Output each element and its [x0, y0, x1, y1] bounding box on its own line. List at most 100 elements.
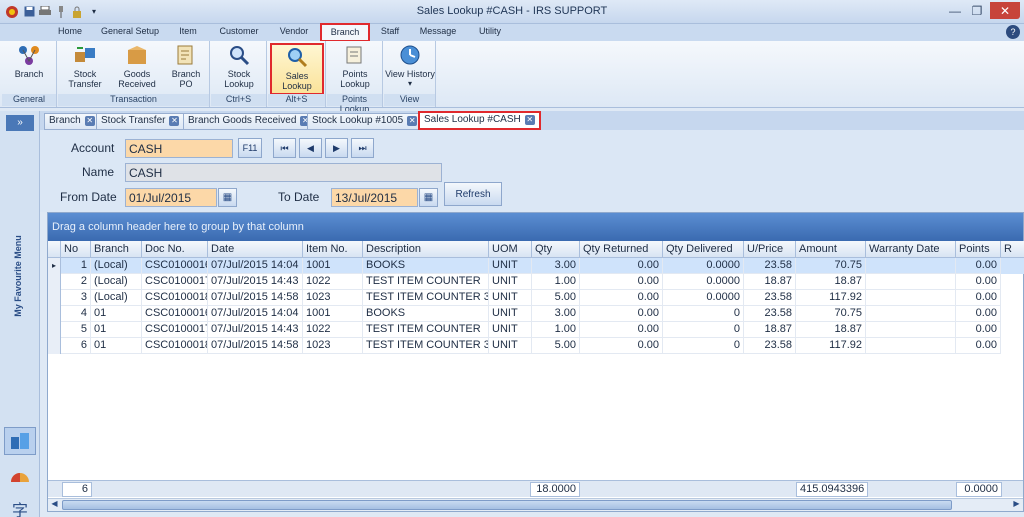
column-header-description[interactable]: Description	[363, 241, 489, 258]
cell-uom[interactable]: UNIT	[489, 274, 532, 290]
cell-qty-delivered[interactable]: 0.0000	[663, 274, 744, 290]
table-row[interactable]: ▸ 1 (Local) CSC0100016 07/Jul/2015 14:04 1001…	[48, 258, 1024, 274]
cell-amount[interactable]: 117.92	[796, 290, 866, 306]
cell-points[interactable]: 0.00	[956, 274, 1001, 290]
cell-branch[interactable]: (Local)	[91, 258, 142, 274]
cell-item-no[interactable]: 1001	[303, 306, 363, 322]
cell-description[interactable]: BOOKS	[363, 306, 489, 322]
tab-utility[interactable]: Utility	[472, 26, 508, 41]
cell-points[interactable]: 0.00	[956, 322, 1001, 338]
cell-no[interactable]: 4	[61, 306, 91, 322]
cell-warranty-date[interactable]	[866, 274, 956, 290]
row-indicator[interactable]	[48, 274, 61, 290]
cell-no[interactable]: 3	[61, 290, 91, 306]
row-indicator[interactable]	[48, 290, 61, 306]
cell-qty[interactable]: 5.00	[532, 338, 580, 354]
tab-item[interactable]: Item	[172, 26, 204, 41]
column-header-u-price[interactable]: U/Price	[744, 241, 796, 258]
row-indicator[interactable]	[48, 322, 61, 338]
cell-u-price[interactable]: 23.58	[744, 306, 796, 322]
tab-vendor[interactable]: Vendor	[274, 26, 314, 41]
from-date-field[interactable]: 01/Jul/2015	[125, 188, 217, 207]
cell-qty-delivered[interactable]: 0	[663, 338, 744, 354]
row-indicator-icon[interactable]: ▸	[48, 258, 61, 274]
doc-tab-stock-lookup[interactable]: Stock Lookup #1005 ✕	[307, 113, 423, 130]
cell-doc-no[interactable]: CSC0100018	[142, 338, 208, 354]
cell-warranty-date[interactable]	[866, 258, 956, 274]
cell-qty-returned[interactable]: 0.00	[580, 258, 663, 274]
cell-date[interactable]: 07/Jul/2015 14:04	[208, 306, 303, 322]
cell-uom[interactable]: UNIT	[489, 322, 532, 338]
cell-warranty-date[interactable]	[866, 290, 956, 306]
cell-branch[interactable]: 01	[91, 322, 142, 338]
close-tab-icon[interactable]: ✕	[84, 116, 95, 126]
scrollbar-thumb[interactable]	[62, 500, 952, 510]
tab-home[interactable]: Home	[52, 26, 88, 41]
branch-button[interactable]: Branch	[6, 43, 52, 95]
cell-qty-returned[interactable]: 0.00	[580, 306, 663, 322]
help-icon[interactable]: ?	[1006, 25, 1020, 39]
cell-qty[interactable]: 1.00	[532, 274, 580, 290]
cell-uom[interactable]: UNIT	[489, 290, 532, 306]
cell-points[interactable]: 0.00	[956, 338, 1001, 354]
column-header-item-no[interactable]: Item No.	[303, 241, 363, 258]
column-header-doc-no[interactable]: Doc No.	[142, 241, 208, 258]
cell-points[interactable]: 0.00	[956, 258, 1001, 274]
expand-panel-button[interactable]: »	[6, 115, 34, 131]
table-row[interactable]: 5 01 CSC0100017 07/Jul/2015 14:43 1022 TEST I…	[48, 322, 1024, 338]
cell-date[interactable]: 07/Jul/2015 14:04	[208, 258, 303, 274]
tab-customer[interactable]: Customer	[214, 26, 264, 41]
cell-description[interactable]: BOOKS	[363, 258, 489, 274]
cell-amount[interactable]: 70.75	[796, 306, 866, 322]
cell-amount[interactable]: 70.75	[796, 258, 866, 274]
cell-qty[interactable]: 3.00	[532, 258, 580, 274]
cell-branch[interactable]: (Local)	[91, 290, 142, 306]
cell-uom[interactable]: UNIT	[489, 306, 532, 322]
cell-item-no[interactable]: 1023	[303, 290, 363, 306]
cell-u-price[interactable]: 18.87	[744, 322, 796, 338]
column-header-r[interactable]: R	[1001, 241, 1024, 258]
cell-doc-no[interactable]: CSC0100017	[142, 322, 208, 338]
cell-branch[interactable]: 01	[91, 306, 142, 322]
cell-warranty-date[interactable]	[866, 338, 956, 354]
close-tab-icon[interactable]: ✕	[169, 116, 180, 126]
cell-qty-delivered[interactable]: 0.0000	[663, 290, 744, 306]
cell-doc-no[interactable]: CSC0100016	[142, 258, 208, 274]
cell-qty-returned[interactable]: 0.00	[580, 290, 663, 306]
column-header-no[interactable]: No	[61, 241, 91, 258]
sales-lookup-button[interactable]: Sales Lookup	[270, 43, 324, 95]
cell-amount[interactable]: 18.87	[796, 322, 866, 338]
stock-lookup-button[interactable]: Stock Lookup	[213, 43, 265, 95]
to-date-calendar-icon[interactable]: ▦	[419, 188, 438, 207]
scroll-right-icon[interactable]: ▶	[1010, 499, 1023, 511]
cell-u-price[interactable]: 18.87	[744, 274, 796, 290]
cell-amount[interactable]: 117.92	[796, 338, 866, 354]
close-tab-icon[interactable]: ✕	[524, 115, 535, 125]
cell-points[interactable]: 0.00	[956, 306, 1001, 322]
cell-qty[interactable]: 3.00	[532, 306, 580, 322]
table-row[interactable]: 6 01 CSC0100018 07/Jul/2015 14:58 1023 TEST I…	[48, 338, 1024, 354]
cell-branch[interactable]: (Local)	[91, 274, 142, 290]
doc-tab-branch-goods-received[interactable]: Branch Goods Received ✕	[183, 113, 316, 130]
dashboard-icon[interactable]	[4, 461, 36, 489]
cell-item-no[interactable]: 1023	[303, 338, 363, 354]
goods-received-button[interactable]: Goods Received	[114, 43, 160, 95]
doc-tab-stock-transfer[interactable]: Stock Transfer ✕	[96, 113, 185, 130]
cell-description[interactable]: TEST ITEM COUNTER	[363, 322, 489, 338]
from-date-calendar-icon[interactable]: ▦	[218, 188, 237, 207]
cell-no[interactable]: 6	[61, 338, 91, 354]
cell-u-price[interactable]: 23.58	[744, 338, 796, 354]
cell-qty-returned[interactable]: 0.00	[580, 274, 663, 290]
tab-branch[interactable]: Branch	[320, 23, 370, 42]
cell-description[interactable]: TEST ITEM COUNTER 3	[363, 290, 489, 306]
refresh-button[interactable]: Refresh	[444, 182, 502, 206]
cell-no[interactable]: 1	[61, 258, 91, 274]
table-row[interactable]: 4 01 CSC0100016 07/Jul/2015 14:04 1001 BOOKS U…	[48, 306, 1024, 322]
column-header-qty-returned[interactable]: Qty Returned	[580, 241, 663, 258]
branch-po-button[interactable]: Branch PO	[164, 43, 208, 95]
last-record-button[interactable]: ⏭	[351, 138, 374, 158]
minimize-button[interactable]: —	[944, 2, 966, 19]
tab-staff[interactable]: Staff	[374, 26, 406, 41]
close-button[interactable]: ✕	[990, 2, 1020, 19]
to-date-field[interactable]: 13/Jul/2015	[331, 188, 418, 207]
